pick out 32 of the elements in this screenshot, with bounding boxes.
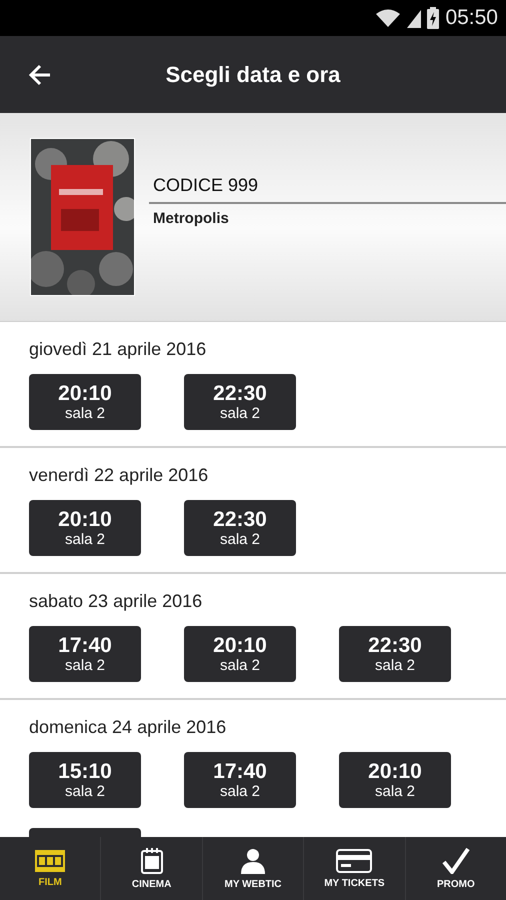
showtime-button[interactable]: 22:30 sala 2 xyxy=(339,626,451,682)
battery-icon xyxy=(427,7,440,29)
clock-time: 05:50 xyxy=(445,6,498,30)
nav-tab[interactable]: MY WEBTIC xyxy=(202,837,304,900)
nav-tab[interactable]: MY TICKETS xyxy=(303,837,405,900)
cinema-name: Metropolis xyxy=(152,208,229,226)
showtime-button[interactable]: 15:10 sala 2 xyxy=(29,752,141,808)
nav-tab[interactable]: PROMO xyxy=(404,837,506,900)
signal-icon xyxy=(407,8,422,28)
showtime-button[interactable]: 20:10 sala 2 xyxy=(339,752,451,808)
date-heading: domenica 24 aprile 2016 xyxy=(29,717,226,738)
film-strip-icon xyxy=(35,850,66,872)
calendar-icon xyxy=(140,848,163,874)
checkmark-icon xyxy=(442,848,470,874)
showtime-button[interactable]: 17:40 sala 2 xyxy=(184,752,296,808)
screen-title: Scegli data e ora xyxy=(166,62,340,86)
nav-tab[interactable]: CINEMA xyxy=(100,837,202,900)
back-button[interactable] xyxy=(28,64,52,86)
showtime-button[interactable]: 20:10 sala 2 xyxy=(29,374,141,430)
showtime-button[interactable]: 17:40 sala 2 xyxy=(29,626,141,682)
date-heading: giovedì 21 aprile 2016 xyxy=(29,339,206,360)
credit-card-icon xyxy=(336,848,372,872)
movie-title: CODICE 999 xyxy=(149,174,506,204)
date-heading: venerdì 22 aprile 2016 xyxy=(29,465,208,486)
date-heading: sabato 23 aprile 2016 xyxy=(29,591,202,612)
nav-tab[interactable]: FILM xyxy=(0,837,100,900)
showtime-button[interactable]: 20:10 sala 2 xyxy=(184,626,296,682)
person-icon xyxy=(240,848,266,874)
wifi-icon xyxy=(375,8,402,28)
showtime-button[interactable]: 22:30 sala 2 xyxy=(184,374,296,430)
showtime-button[interactable]: 20:10 sala 2 xyxy=(29,500,141,556)
showtime-button[interactable]: 22:30 sala 2 xyxy=(184,500,296,556)
